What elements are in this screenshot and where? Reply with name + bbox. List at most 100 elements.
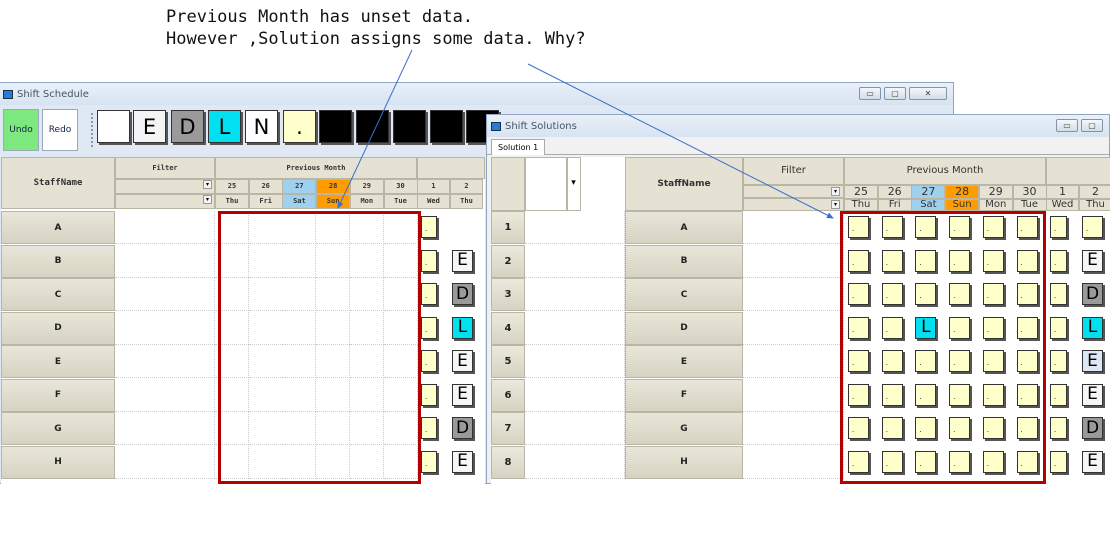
filter-cell [743, 244, 844, 278]
day-number-28: 28 [945, 185, 980, 199]
filter-cell [115, 378, 215, 412]
app-icon [491, 121, 501, 131]
shift-chip[interactable]: D [452, 417, 473, 439]
day-of-week-25: Thu [215, 194, 249, 209]
shift-chip[interactable]: E [1082, 450, 1103, 473]
shift-chip[interactable]: D [1082, 417, 1103, 439]
swatch-blank-9[interactable] [430, 110, 463, 143]
toolbar-grip [91, 113, 94, 147]
shift-chip[interactable]: E [1082, 249, 1103, 272]
redo-button[interactable]: Redo [42, 109, 78, 151]
swatch-N[interactable]: N [245, 110, 278, 143]
row-blank-cell [525, 278, 625, 311]
maximize-icon[interactable]: ▢ [1081, 119, 1103, 132]
shift-chip[interactable]: . [421, 350, 437, 372]
shift-chip[interactable]: . [1050, 249, 1067, 272]
shift-chip[interactable]: . [1050, 417, 1067, 439]
swatch-blank-0[interactable] [97, 110, 130, 143]
day-of-week-25: Thu [844, 199, 878, 211]
row-number: 5 [491, 345, 525, 378]
swatch-blank-6[interactable] [319, 110, 352, 143]
shift-chip[interactable]: L [452, 316, 473, 339]
chevron-down-icon[interactable]: ▾ [569, 179, 578, 188]
swatch-blank-8[interactable] [393, 110, 426, 143]
shift-chip[interactable]: . [1050, 383, 1067, 406]
filter-cell [115, 244, 215, 278]
day-of-week-29: Mon [978, 199, 1013, 211]
staff-name-cell: B [1, 244, 115, 278]
shift-chip[interactable]: . [421, 383, 437, 406]
shift-chip[interactable]: . [1082, 216, 1103, 238]
day-of-week-28: Sun [945, 199, 980, 211]
shift-chip[interactable]: E [452, 249, 473, 272]
shift-chip[interactable]: E [1082, 383, 1103, 406]
shift-chip[interactable]: E [1082, 350, 1103, 372]
staff-name-cell: H [625, 445, 743, 479]
swatch-E[interactable]: E [133, 110, 166, 143]
staff-name-cell: G [625, 412, 743, 445]
shift-chip[interactable]: . [421, 216, 437, 238]
shift-chip[interactable]: . [1050, 216, 1067, 238]
filter-dropdown-1[interactable] [743, 185, 844, 198]
filter-cell [743, 378, 844, 412]
day-number-27: 27 [911, 185, 946, 199]
shift-schedule-titlebar: Shift Schedule ▭ ▢ ✕ [0, 83, 953, 105]
next-day-of-week-1: Wed [1046, 199, 1079, 211]
day-of-week-26: Fri [877, 199, 912, 211]
annotation-line-2: However ,Solution assigns some data. Why… [166, 29, 586, 49]
filter-dropdown-2[interactable] [115, 194, 215, 209]
next-month-header [417, 157, 485, 179]
shift-chip[interactable]: . [1050, 450, 1067, 473]
swatch-D[interactable]: D [171, 110, 204, 143]
next-day-number-1: 1 [1046, 185, 1079, 199]
maximize-icon[interactable]: ▢ [884, 87, 906, 100]
undo-button[interactable]: Undo [3, 109, 39, 151]
minimize-icon[interactable]: ▭ [1056, 119, 1078, 132]
tab-solution-1[interactable]: Solution 1 [491, 139, 546, 155]
day-number-28: 28 [316, 179, 351, 194]
swatch-blank-7[interactable] [356, 110, 389, 143]
shift-chip[interactable]: . [421, 249, 437, 272]
next-day-number-2: 2 [450, 179, 483, 194]
minimize-icon[interactable]: ▭ [859, 87, 881, 100]
shift-chip[interactable]: . [421, 417, 437, 439]
shift-chip[interactable]: . [1050, 316, 1067, 339]
shift-chip[interactable]: E [452, 450, 473, 473]
shift-chip[interactable]: . [1050, 350, 1067, 372]
filter-cell [115, 412, 215, 445]
next-day-number-2: 2 [1079, 185, 1110, 199]
day-number-30: 30 [1012, 185, 1047, 199]
shift-chip[interactable]: E [452, 383, 473, 406]
blank-header [525, 157, 567, 211]
staff-name-cell: H [1, 445, 115, 479]
tab-strip: Solution 1 [487, 137, 1109, 155]
window-title: Shift Schedule [17, 88, 89, 100]
chevron-down-icon[interactable]: ▾ [203, 180, 212, 189]
next-day-of-week-2: Thu [1079, 199, 1110, 211]
shift-chip[interactable]: . [421, 283, 437, 305]
swatch-L[interactable]: L [208, 110, 241, 143]
shift-chip[interactable]: . [421, 316, 437, 339]
shift-chip[interactable]: L [1082, 316, 1103, 339]
row-blank-cell [525, 244, 625, 278]
day-number-29: 29 [349, 179, 384, 194]
chevron-down-icon[interactable]: ▾ [203, 195, 212, 204]
shift-chip[interactable]: . [421, 450, 437, 473]
staff-name-cell: D [1, 311, 115, 345]
row-number: 7 [491, 412, 525, 445]
shift-chip[interactable]: . [1050, 283, 1067, 305]
chevron-down-icon[interactable]: ▾ [831, 200, 840, 209]
next-month-header [1046, 157, 1110, 185]
day-of-week-27: Sat [282, 194, 317, 209]
shift-chip[interactable]: D [452, 283, 473, 305]
filter-header: Filter [743, 157, 844, 185]
chevron-down-icon[interactable]: ▾ [831, 187, 840, 196]
row-number: 3 [491, 278, 525, 311]
shift-chip[interactable]: D [1082, 283, 1103, 305]
filter-dropdown-2[interactable] [743, 198, 844, 211]
day-number-29: 29 [978, 185, 1013, 199]
filter-dropdown-1[interactable] [115, 179, 215, 194]
shift-chip[interactable]: E [452, 350, 473, 372]
swatch-dot[interactable]: . [283, 110, 316, 143]
close-icon[interactable]: ✕ [909, 87, 947, 100]
